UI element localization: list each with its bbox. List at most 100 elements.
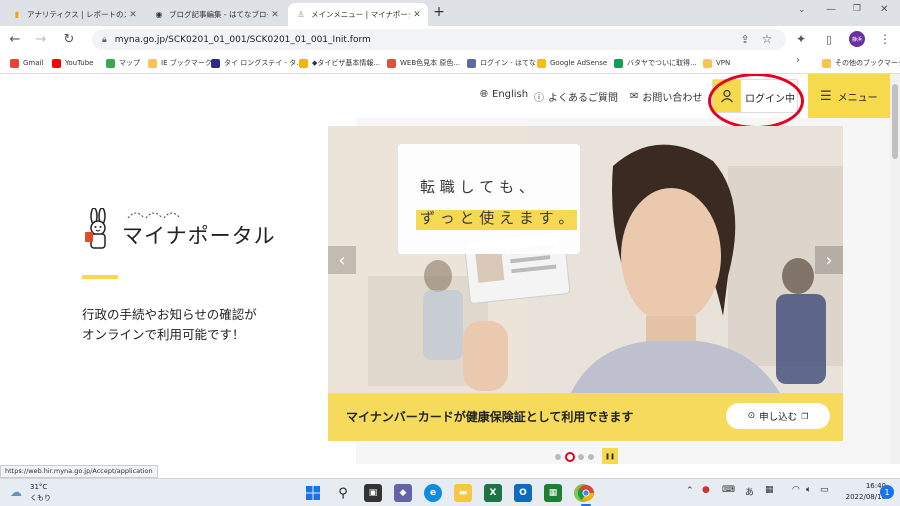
hero-carousel[interactable]: 転 職 し て も 、 ず っ と 使 え ま す 。 ‹ › マイナンバーカー… — [328, 126, 843, 441]
bookmark-label: ログイン - はてな — [480, 59, 536, 67]
headline-line2: ず っ と 使 え ま す 。 — [420, 209, 574, 227]
tab-mynaportal[interactable]: ♙ メインメニュー | マイナポータル ✕ — [288, 3, 428, 26]
bookmarks-overflow-icon[interactable]: › — [796, 55, 800, 66]
menu-label: メニュー — [837, 92, 878, 104]
app-icon[interactable]: ▦ — [544, 484, 562, 502]
english-link[interactable]: 🌐︎ English — [480, 89, 528, 100]
battery-icon[interactable]: ▭ — [820, 485, 829, 495]
bookmark-item[interactable]: IE ブックマーク — [148, 56, 212, 70]
tray-app-icon[interactable]: ● — [702, 485, 710, 495]
bookmark-label: ◆タイビザ基本情報... — [312, 59, 381, 67]
logo-text: マイナポータル — [122, 224, 276, 248]
excel-icon[interactable]: X — [484, 484, 502, 502]
headline-bubble: 転 職 し て も 、 ず っ と 使 え ま す 。 — [398, 144, 580, 254]
profile-avatar[interactable]: 静浜 — [849, 31, 865, 47]
chat-icon[interactable]: ◆ — [394, 484, 412, 502]
carousel-dot[interactable] — [588, 454, 594, 460]
bookmark-item[interactable]: ◆タイビザ基本情報... — [299, 56, 380, 70]
clock-time[interactable]: 16:40 — [836, 482, 886, 490]
carousel-pause-button[interactable]: ❚❚ — [602, 448, 618, 464]
back-icon[interactable]: ← — [6, 30, 24, 48]
outlook-icon[interactable]: O — [514, 484, 532, 502]
menu-button[interactable]: ☰ メニュー — [808, 74, 890, 118]
file-explorer-icon[interactable]: ▬ — [454, 484, 472, 502]
globe-icon: 🌐︎ — [480, 89, 488, 100]
ime-indicator[interactable]: あ — [745, 485, 754, 498]
bookmark-favicon-icon — [299, 58, 308, 68]
bookmark-item[interactable]: Google AdSense — [537, 56, 607, 70]
other-bookmarks[interactable]: その他のブックマーク — [822, 56, 900, 70]
bookmark-item[interactable]: タイ ロングステイ - タ... — [211, 56, 303, 70]
clock-date[interactable]: 2022/08/16 — [836, 493, 886, 501]
weather-cloud-icon: ☁ — [10, 485, 22, 499]
tab-analytics[interactable]: ▮ アナリティクス | レポートのスナップシ ✕ — [4, 3, 144, 26]
address-bar[interactable]: 🔒︎ myna.go.jp/SCK0201_01_001/SCK0201_01_… — [92, 29, 786, 50]
left-panel: マイナポータル 行政の手続やお知らせの確認が オンラインで利用可能です！ — [0, 74, 356, 464]
tab-search-icon[interactable]: ⌄ — [798, 5, 806, 15]
apply-button[interactable]: ⊙ 申し込む ❐ — [726, 403, 830, 429]
reload-icon[interactable]: ↻ — [60, 30, 78, 48]
scrollbar-thumb[interactable] — [892, 84, 898, 159]
carousel-dot[interactable] — [578, 454, 584, 460]
ime-mode-icon[interactable]: ▦ — [765, 485, 774, 495]
bookmark-favicon-icon — [211, 58, 220, 68]
windows-start-icon[interactable] — [304, 484, 322, 502]
weather-condition[interactable]: くもり — [30, 493, 51, 503]
close-window-icon[interactable]: ✕ — [880, 4, 888, 15]
edge-icon[interactable]: e — [424, 484, 442, 502]
bookmark-item[interactable]: VPN — [703, 56, 730, 70]
hamburger-icon: ☰ — [820, 88, 832, 104]
bookmark-favicon-icon — [10, 58, 19, 68]
bookmark-label: WEB色見本 原色... — [400, 59, 461, 67]
mynaportal-rabbit-icon: ♙ — [297, 10, 305, 19]
browser-toolbar: ← → ↻ 🔒︎ myna.go.jp/SCK0201_01_001/SCK02… — [0, 26, 900, 52]
close-tab-icon[interactable]: ✕ — [410, 10, 424, 20]
folder-icon — [822, 58, 831, 68]
keyboard-icon[interactable]: ⌨ — [722, 485, 735, 495]
search-icon[interactable]: ⚲ — [334, 484, 352, 502]
bookmarks-bar: Gmail YouTube マップ IE ブックマーク タイ ロングステイ - タ...… — [0, 52, 900, 74]
share-icon[interactable]: ⇪ — [736, 30, 754, 48]
new-tab-button[interactable]: + — [431, 4, 447, 22]
carousel-next-button[interactable]: › — [815, 246, 843, 274]
bookmark-item[interactable]: ログイン - はてな — [467, 56, 536, 70]
carousel-prev-button[interactable]: ‹ — [328, 246, 356, 274]
forward-icon[interactable]: → — [32, 30, 50, 48]
chrome-icon[interactable] — [577, 484, 595, 502]
bookmark-star-icon[interactable]: ☆ — [758, 30, 776, 48]
contact-link[interactable]: ✉ お問い合わせ — [630, 89, 702, 104]
mail-icon: ✉ — [630, 91, 639, 102]
bookmark-item[interactable]: Gmail — [10, 56, 43, 70]
carousel-dot-active[interactable] — [565, 452, 575, 462]
hatena-icon: ◉ — [155, 10, 163, 19]
bookmark-label: タイ ロングステイ - タ... — [224, 59, 303, 67]
tray-expand-icon[interactable]: ⌃ — [686, 486, 694, 496]
wifi-icon[interactable]: ◠ — [792, 485, 800, 495]
side-panel-icon[interactable]: ▯ — [820, 30, 838, 48]
close-tab-icon[interactable]: ✕ — [126, 10, 140, 20]
bookmark-item[interactable]: バタヤでついに取得... — [614, 56, 697, 70]
carousel-dot[interactable] — [555, 454, 561, 460]
more-menu-icon[interactable]: ⋮ — [876, 30, 894, 48]
notification-badge[interactable]: 1 — [880, 485, 894, 499]
health-insurance-banner[interactable]: マイナンバーカードが健康保険証として利用できます ⊙ 申し込む ❐ — [328, 393, 843, 441]
faq-link[interactable]: ⓘ よくあるご質問 — [534, 89, 618, 104]
bookmark-label: Gmail — [23, 59, 44, 67]
bookmark-item[interactable]: マップ — [106, 56, 140, 70]
site-top-nav: 🌐︎ English ⓘ よくあるご質問 ✉ お問い合わせ ログイン中 ☰ メニ… — [356, 74, 890, 129]
mynaportal-logo[interactable]: マイナポータル — [80, 208, 275, 254]
bookmark-item[interactable]: WEB色見本 原色... — [387, 56, 460, 70]
tab-hatena-blog[interactable]: ◉ ブログ記事編集 - はてなブログ ✕ — [146, 3, 286, 26]
minimize-icon[interactable]: — — [826, 4, 836, 15]
bookmark-favicon-icon — [387, 58, 396, 68]
lock-icon: 🔒︎ — [102, 34, 107, 45]
task-view-icon[interactable]: ▣ — [364, 484, 382, 502]
bookmark-item[interactable]: YouTube — [52, 56, 93, 70]
question-circle-icon: ⓘ — [534, 93, 544, 104]
restore-icon[interactable]: ❐ — [853, 4, 861, 14]
close-tab-icon[interactable]: ✕ — [268, 10, 282, 20]
external-window-icon: ❐ — [801, 411, 809, 421]
volume-icon[interactable]: 🔈︎ — [806, 485, 811, 495]
weather-temp[interactable]: 31°C — [30, 483, 47, 491]
extensions-icon[interactable]: ✦ — [792, 30, 810, 48]
